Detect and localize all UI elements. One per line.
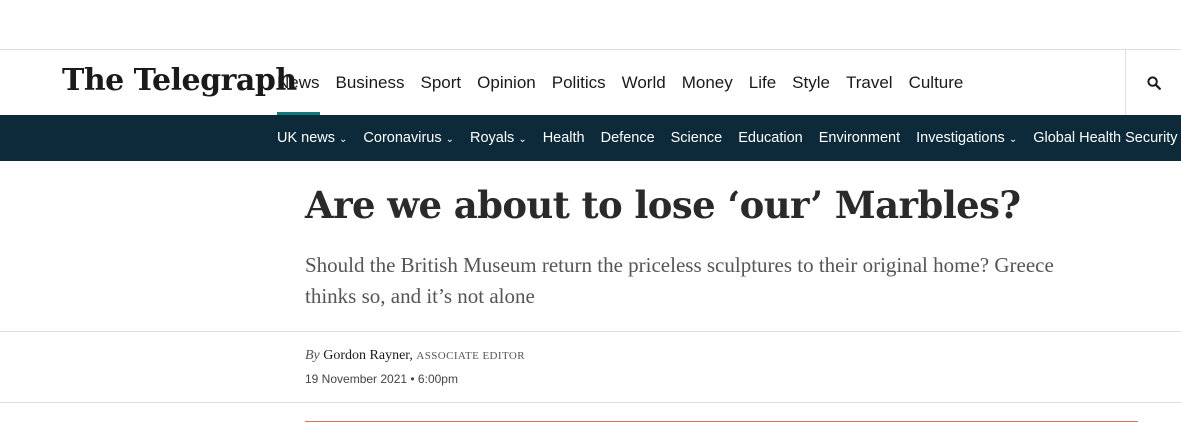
nav-item-life[interactable]: Life (749, 50, 776, 115)
subnav-item-environment[interactable]: Environment (819, 130, 900, 146)
subnav-label: Science (670, 130, 723, 146)
byline-prefix: By (305, 348, 320, 363)
subnav-label: Global Health Security (1033, 130, 1178, 146)
subnav-item-global-health-security[interactable]: Global Health Security⌄ (1033, 130, 1181, 146)
byline: By Gordon Rayner, ASSOCIATE EDITOR (305, 348, 525, 364)
subnav-item-science[interactable]: Science (671, 130, 723, 146)
author-link[interactable]: Gordon Rayner, (323, 348, 413, 363)
accent-divider (305, 421, 1138, 422)
search-button[interactable] (1125, 50, 1181, 115)
nav-item-culture[interactable]: Culture (909, 50, 964, 115)
nav-item-opinion[interactable]: Opinion (477, 50, 536, 115)
nav-item-travel[interactable]: Travel (846, 50, 893, 115)
site-logo[interactable]: The Telegraph (62, 63, 297, 98)
subnav-item-royals[interactable]: Royals ⌄ (470, 130, 527, 146)
divider (0, 402, 1181, 403)
chevron-down-icon: ⌄ (445, 133, 454, 145)
nav-item-world[interactable]: World (622, 50, 666, 115)
masthead: The Telegraph News Business Sport Opinio… (0, 50, 1181, 115)
subnav-label: Environment (818, 130, 901, 146)
subnav-item-education[interactable]: Education (738, 130, 803, 146)
nav-item-style[interactable]: Style (792, 50, 830, 115)
publish-date: 19 November 2021 • 6:00pm (305, 372, 458, 386)
subnav-item-health[interactable]: Health (543, 130, 585, 146)
chevron-down-icon: ⌄ (339, 133, 348, 145)
subnav-label: Health (542, 130, 585, 146)
search-icon (1146, 75, 1161, 90)
divider (0, 331, 1181, 332)
subnav-item-defence[interactable]: Defence (601, 130, 655, 146)
subnav-label: Defence (600, 130, 655, 146)
top-strip (0, 0, 1181, 50)
subnav-label: UK news (277, 130, 336, 146)
chevron-down-icon: ⌄ (1008, 133, 1018, 145)
author-role: ASSOCIATE EDITOR (416, 350, 525, 362)
primary-nav: News Business Sport Opinion Politics Wor… (277, 50, 979, 115)
subnav-item-coronavirus[interactable]: Coronavirus ⌄ (363, 130, 454, 146)
article-headline: Are we about to lose ‘our’ Marbles? (305, 183, 1021, 227)
subnav-label: Royals (469, 130, 515, 146)
chevron-down-icon: ⌄ (518, 133, 527, 145)
subnav-item-investigations[interactable]: Investigations ⌄ (916, 130, 1017, 146)
nav-item-money[interactable]: Money (682, 50, 733, 115)
nav-item-politics[interactable]: Politics (552, 50, 606, 115)
subnav-label: Coronavirus (363, 130, 442, 146)
nav-item-business[interactable]: Business (336, 50, 405, 115)
nav-item-news[interactable]: News (277, 50, 320, 115)
subnav-label: Education (738, 130, 803, 146)
article-standfirst: Should the British Museum return the pri… (305, 253, 1054, 308)
subnav-item-uk-news[interactable]: UK news ⌄ (277, 130, 347, 146)
nav-item-sport[interactable]: Sport (421, 50, 462, 115)
secondary-nav: UK news ⌄ Coronavirus ⌄ Royals ⌄ Health Def… (0, 115, 1181, 161)
subnav-label: Investigations (916, 130, 1005, 146)
